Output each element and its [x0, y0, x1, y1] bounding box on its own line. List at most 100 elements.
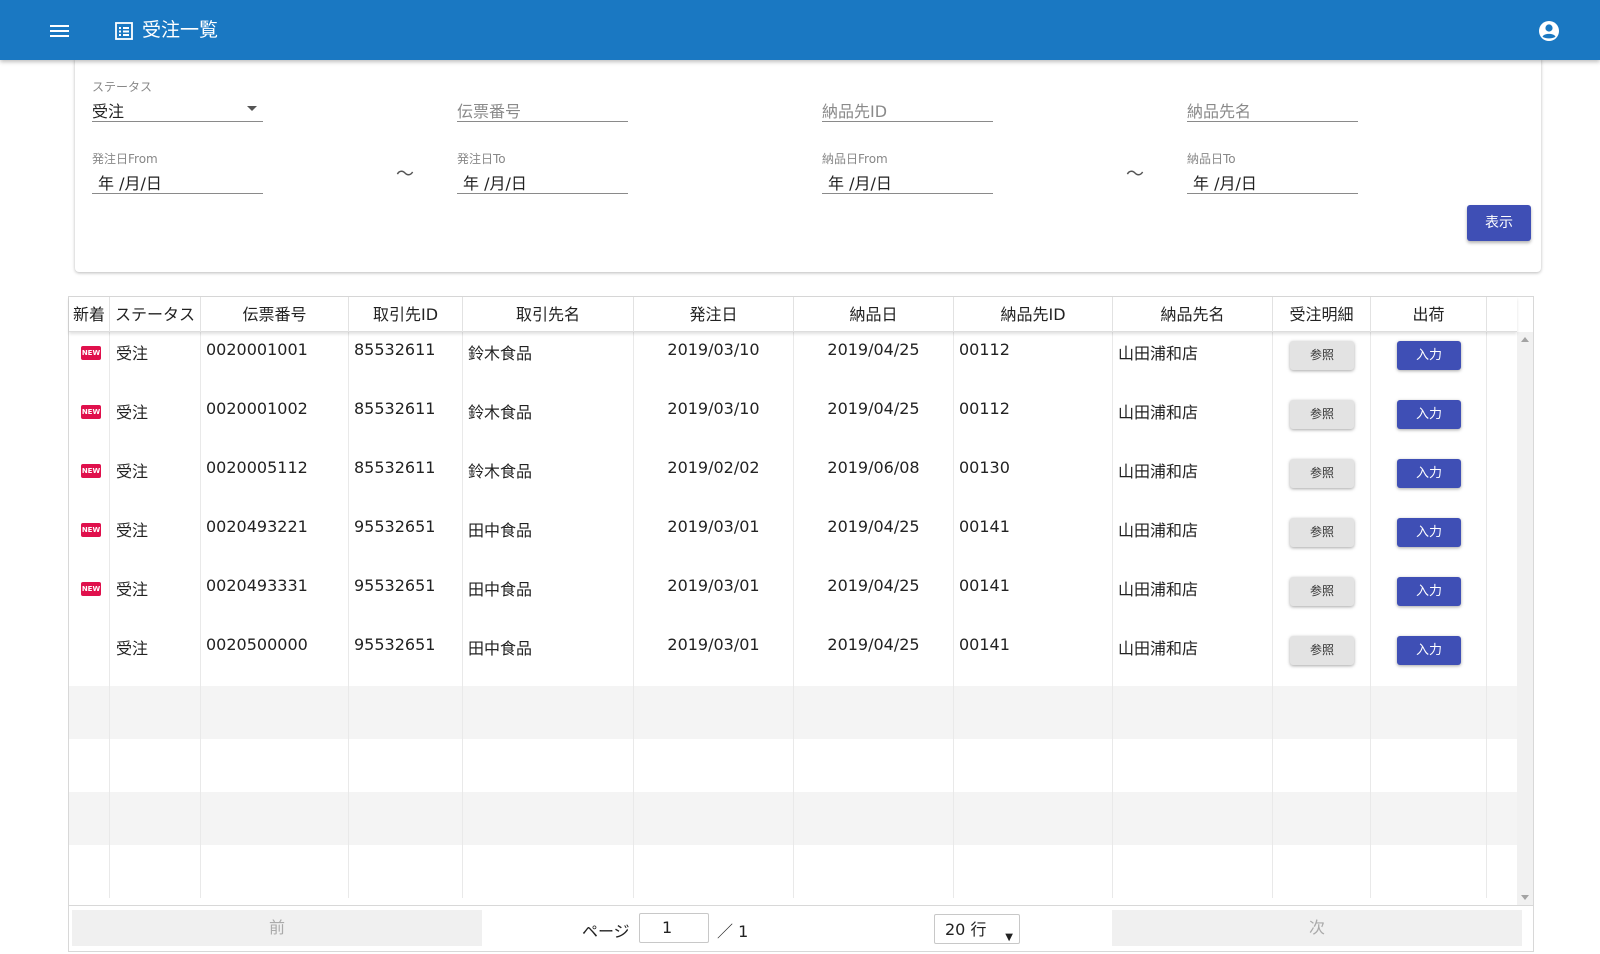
next-page-button[interactable]: 次 [1112, 910, 1522, 946]
cell-status: 受注 [110, 568, 201, 628]
column-header: 出荷 [1371, 297, 1487, 332]
status-label: ステータス [92, 80, 153, 94]
view-detail-button[interactable]: 参照 [1290, 459, 1354, 488]
empty-cell [954, 845, 1113, 898]
cell-delivery-name: 山田浦和店 [1113, 509, 1273, 569]
app-bar: 受注一覧 [0, 0, 1600, 60]
menu-icon[interactable] [46, 18, 74, 44]
shipment-input-button[interactable]: 入力 [1397, 518, 1461, 547]
cell-slip-no: 0020001001 [201, 332, 349, 392]
cell-delivery-date: 2019/04/25 [794, 391, 954, 451]
caret-down-icon: ▼ [1005, 932, 1013, 943]
detail-cell: 参照 [1273, 509, 1371, 569]
view-detail-button[interactable]: 参照 [1290, 400, 1354, 429]
show-button[interactable]: 表示 [1467, 205, 1531, 241]
column-header: 取引先名 [463, 297, 634, 332]
column-header: 納品日 [794, 297, 954, 332]
cell-order-date: 2019/03/01 [634, 568, 794, 628]
empty-cell [954, 686, 1113, 739]
empty-cell [1273, 739, 1371, 792]
cell-delivery-date: 2019/04/25 [794, 627, 954, 687]
cell-status: 受注 [110, 627, 201, 687]
rows-per-page-select[interactable]: 20 行 ▼ [934, 914, 1020, 944]
empty-cell [634, 845, 794, 898]
empty-cell [110, 845, 201, 898]
empty-row [69, 739, 1517, 792]
column-header: 納品先名 [1113, 297, 1273, 332]
view-detail-button[interactable]: 参照 [1290, 341, 1354, 370]
empty-cell [463, 739, 634, 792]
order-date-to-field[interactable]: 発注日To 年 /月/日 [457, 150, 628, 194]
empty-cell [463, 845, 634, 898]
table-row[interactable]: NEW 受注 0020005112 85532611 鈴木食品 2019/02/02 201… [69, 450, 1517, 510]
delivery-name-placeholder: 納品先名 [1187, 102, 1252, 121]
cell-delivery-date: 2019/06/08 [794, 450, 954, 510]
delivery-date-from-field[interactable]: 納品日From 年 /月/日 [822, 150, 993, 194]
empty-row [69, 792, 1517, 845]
view-detail-button[interactable]: 参照 [1290, 636, 1354, 665]
cell-delivery-id: 00141 [954, 509, 1113, 569]
table-row[interactable]: NEW 受注 0020493221 95532651 田中食品 2019/03/01 201… [69, 509, 1517, 569]
empty-cell [110, 792, 201, 845]
empty-cell [1371, 792, 1487, 845]
new-badge-icon: NEW [81, 346, 101, 360]
slip-number-placeholder: 伝票番号 [457, 102, 522, 121]
shipment-input-button[interactable]: 入力 [1397, 400, 1461, 429]
scroll-down-icon[interactable] [1521, 895, 1529, 900]
column-header: 取引先ID [349, 297, 463, 332]
empty-cell [954, 792, 1113, 845]
table-row[interactable]: NEW 受注 0020001002 85532611 鈴木食品 2019/03/10 201… [69, 391, 1517, 451]
empty-cell [1371, 686, 1487, 739]
empty-row [69, 845, 1517, 898]
list-alt-icon [115, 22, 133, 40]
shipment-input-button[interactable]: 入力 [1397, 341, 1461, 370]
slip-number-input[interactable]: 伝票番号 [457, 78, 628, 122]
detail-cell: 参照 [1273, 627, 1371, 687]
shipment-input-button[interactable]: 入力 [1397, 636, 1461, 665]
view-detail-button[interactable]: 参照 [1290, 577, 1354, 606]
shipment-input-button[interactable]: 入力 [1397, 577, 1461, 606]
cell-client-id: 95532651 [349, 627, 463, 687]
cell-slip-no: 0020005112 [201, 450, 349, 510]
delivery-id-input[interactable]: 納品先ID [822, 78, 993, 122]
cell-delivery-name: 山田浦和店 [1113, 332, 1273, 392]
table-row[interactable]: NEW 受注 0020001001 85532611 鈴木食品 2019/03/10 201… [69, 332, 1517, 392]
empty-cell [634, 739, 794, 792]
cell-order-date: 2019/03/10 [634, 332, 794, 392]
account-circle-icon[interactable] [1537, 19, 1561, 43]
new-cell [69, 627, 110, 687]
table-row[interactable]: 受注 0020500000 95532651 田中食品 2019/03/01 2019/0… [69, 627, 1517, 687]
empty-cell [1113, 686, 1273, 739]
status-select[interactable]: ステータス 受注 [92, 78, 263, 122]
page-number-input[interactable]: 1 [639, 913, 709, 943]
empty-cell [794, 845, 954, 898]
shipment-input-button[interactable]: 入力 [1397, 459, 1461, 488]
empty-cell [634, 792, 794, 845]
delivery-date-to-field[interactable]: 納品日To 年 /月/日 [1187, 150, 1358, 194]
empty-cell [794, 739, 954, 792]
cell-client-id: 85532611 [349, 332, 463, 392]
cell-client-id: 95532651 [349, 509, 463, 569]
view-detail-button[interactable]: 参照 [1290, 518, 1354, 547]
cell-order-date: 2019/03/01 [634, 509, 794, 569]
empty-cell [1371, 845, 1487, 898]
cell-slip-no: 0020493331 [201, 568, 349, 628]
vertical-scrollbar[interactable] [1517, 332, 1533, 905]
page-label: ページ [582, 922, 630, 941]
cell-delivery-id: 00141 [954, 627, 1113, 687]
empty-cell [349, 686, 463, 739]
cell-client-name: 田中食品 [463, 568, 634, 628]
cell-client-id: 85532611 [349, 450, 463, 510]
prev-page-button[interactable]: 前 [72, 910, 482, 946]
detail-cell: 参照 [1273, 450, 1371, 510]
new-badge-icon: NEW [81, 405, 101, 419]
table-row[interactable]: NEW 受注 0020493331 95532651 田中食品 2019/03/01 201… [69, 568, 1517, 628]
delivery-date-to-label: 納品日To [1187, 152, 1236, 166]
column-header: 伝票番号 [201, 297, 349, 332]
empty-cell [634, 686, 794, 739]
delivery-name-input[interactable]: 納品先名 [1187, 78, 1358, 122]
order-date-from-field[interactable]: 発注日From 年 /月/日 [92, 150, 263, 194]
scroll-up-icon[interactable] [1521, 337, 1529, 342]
range-separator: ～ [1126, 164, 1144, 185]
empty-row [69, 686, 1517, 739]
